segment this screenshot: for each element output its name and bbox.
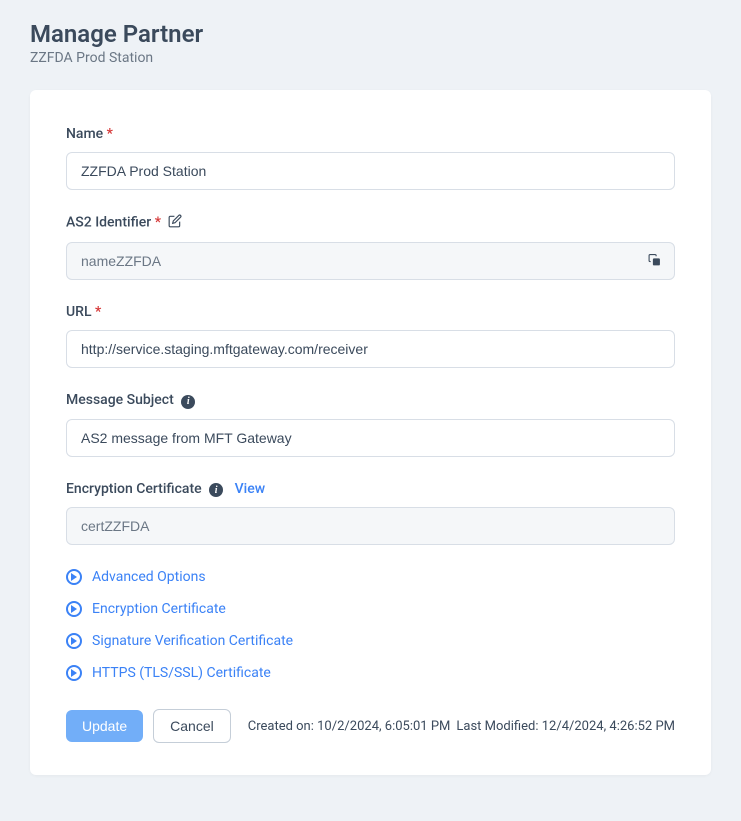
chevron-right-icon [66, 665, 82, 681]
update-button[interactable]: Update [66, 710, 143, 742]
name-input[interactable] [66, 152, 675, 190]
required-star: * [107, 126, 113, 142]
chevron-right-icon [66, 569, 82, 585]
form-group-name: Name * [66, 126, 675, 190]
card-footer: Update Cancel Created on: 10/2/2024, 6:0… [66, 709, 675, 743]
section-advanced-options[interactable]: Advanced Options [66, 569, 675, 585]
copy-icon[interactable] [648, 252, 661, 271]
form-group-url: URL * [66, 304, 675, 368]
section-label: Advanced Options [92, 569, 206, 585]
section-label: Encryption Certificate [92, 601, 226, 617]
last-modified: Last Modified: 12/4/2024, 4:26:52 PM [456, 719, 675, 734]
form-card: Name * AS2 Identifier * [30, 90, 711, 775]
encryption-cert-input [66, 507, 675, 545]
section-encryption-certificate[interactable]: Encryption Certificate [66, 601, 675, 617]
info-icon[interactable]: i [181, 392, 195, 409]
edit-icon[interactable] [168, 214, 182, 232]
section-label: Signature Verification Certificate [92, 633, 293, 649]
as2-label: AS2 Identifier * [66, 214, 675, 232]
section-https-certificate[interactable]: HTTPS (TLS/SSL) Certificate [66, 665, 675, 681]
url-label: URL * [66, 304, 675, 320]
required-star: * [155, 215, 161, 231]
form-group-encryption-cert: Encryption Certificate i View [66, 481, 675, 546]
view-link[interactable]: View [235, 481, 266, 497]
chevron-right-icon [66, 633, 82, 649]
name-label: Name * [66, 126, 675, 142]
required-star: * [95, 304, 101, 320]
timestamps: Created on: 10/2/2024, 6:05:01 PM Last M… [248, 719, 675, 734]
form-group-as2: AS2 Identifier * [66, 214, 675, 280]
info-icon[interactable]: i [209, 481, 223, 498]
page-title: Manage Partner [30, 20, 711, 48]
url-input[interactable] [66, 330, 675, 368]
chevron-right-icon [66, 601, 82, 617]
cancel-button[interactable]: Cancel [153, 709, 231, 743]
message-subject-input[interactable] [66, 419, 675, 457]
encryption-cert-label: Encryption Certificate i View [66, 481, 675, 498]
created-on: Created on: 10/2/2024, 6:05:01 PM [248, 719, 451, 734]
section-label: HTTPS (TLS/SSL) Certificate [92, 665, 271, 681]
page-subtitle: ZZFDA Prod Station [30, 50, 711, 66]
message-subject-label: Message Subject i [66, 392, 675, 409]
form-group-message-subject: Message Subject i [66, 392, 675, 457]
section-signature-verification[interactable]: Signature Verification Certificate [66, 633, 675, 649]
page-header: Manage Partner ZZFDA Prod Station [30, 20, 711, 66]
as2-input [66, 242, 675, 280]
